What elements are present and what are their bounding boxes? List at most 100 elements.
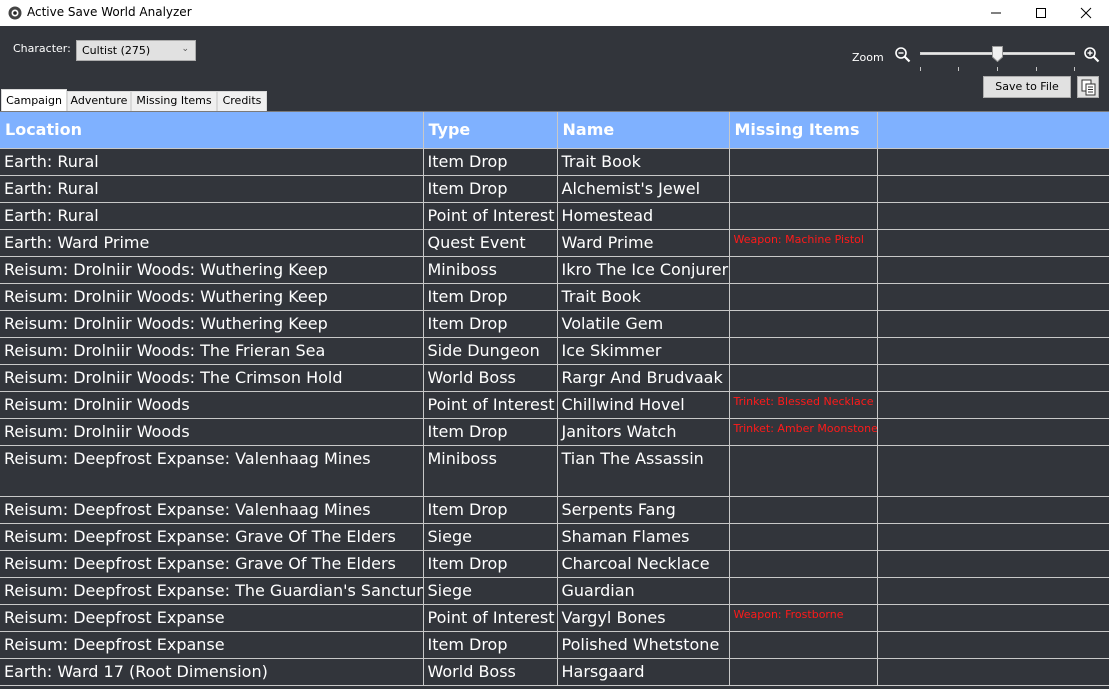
column-header-location[interactable]: Location: [0, 112, 424, 149]
cell-location: Reisum: Deepfrost Expanse: Valenhaag Min…: [0, 445, 424, 497]
cell-name: Vargyl Bones: [557, 604, 730, 632]
table-row[interactable]: Reisum: Deepfrost Expanse: The Guardian'…: [0, 577, 1109, 605]
cell-missing-items: Weapon: Frostborne: [729, 604, 878, 632]
cell-filler: [877, 418, 1109, 446]
character-select[interactable]: Cultist (275) ⌄: [76, 40, 196, 61]
cell-location: Reisum: Deepfrost Expanse: [0, 604, 424, 632]
cell-filler: [877, 658, 1109, 686]
cell-location: Reisum: Drolniir Woods: Wuthering Keep: [0, 310, 424, 338]
table-header-row: Location Type Name Missing Items: [0, 112, 1109, 149]
cell-filler: [877, 202, 1109, 230]
zoom-slider[interactable]: [920, 46, 1075, 71]
table-row[interactable]: Reisum: Drolniir Woods: Wuthering Keep It…: [0, 310, 1109, 338]
cell-location: Reisum: Drolniir Woods: [0, 391, 424, 419]
cell-type: World Boss: [423, 364, 558, 392]
cell-filler: [877, 148, 1109, 176]
tab-missing-items[interactable]: Missing Items: [131, 91, 217, 111]
column-header-name[interactable]: Name: [557, 112, 730, 149]
zoom-out-icon[interactable]: [894, 46, 912, 64]
cell-filler: [877, 391, 1109, 419]
character-label: Character:: [13, 42, 71, 55]
cell-type: Item Drop: [423, 631, 558, 659]
cell-type: Item Drop: [423, 148, 558, 176]
cell-name: Trait Book: [557, 148, 730, 176]
cell-name: Shaman Flames: [557, 523, 730, 551]
tab-adventure[interactable]: Adventure: [67, 91, 131, 111]
column-header-type[interactable]: Type: [423, 112, 558, 149]
cell-name: Ikro The Ice Conjurer: [557, 256, 730, 284]
cell-missing-items: Weapon: Machine Pistol: [729, 229, 878, 257]
cell-location: Earth: Ward Prime: [0, 229, 424, 257]
cell-filler: [877, 631, 1109, 659]
cell-type: Item Drop: [423, 283, 558, 311]
copy-button[interactable]: [1077, 76, 1099, 98]
table-row[interactable]: Reisum: Deepfrost Expanse Item Drop Polish…: [0, 631, 1109, 659]
cell-missing-items: [729, 283, 878, 311]
minimize-icon: [991, 12, 1001, 14]
slider-tick: [1074, 67, 1075, 71]
slider-tick: [920, 67, 921, 71]
cell-name: Ward Prime: [557, 229, 730, 257]
tab-campaign[interactable]: Campaign: [1, 89, 67, 111]
cell-location: Earth: Rural: [0, 202, 424, 230]
table-row[interactable]: Reisum: Deepfrost Expanse: Grave Of The …: [0, 523, 1109, 551]
table-row[interactable]: Earth: Rural Point of Interest Homestead: [0, 202, 1109, 230]
tab-credits[interactable]: Credits: [217, 91, 267, 111]
data-grid[interactable]: Location Type Name Missing Items Earth: …: [0, 111, 1109, 689]
window-title: Active Save World Analyzer: [27, 5, 192, 19]
cell-missing-items: [729, 658, 878, 686]
zoom-label: Zoom: [852, 51, 884, 64]
cell-filler: [877, 364, 1109, 392]
slider-tick: [997, 67, 998, 71]
column-header-missing-items[interactable]: Missing Items: [729, 112, 878, 149]
table-row[interactable]: Reisum: Deepfrost Expanse: Valenhaag Min…: [0, 496, 1109, 524]
slider-tick: [958, 67, 959, 71]
maximize-button[interactable]: [1018, 0, 1064, 26]
cell-missing-items: [729, 496, 878, 524]
cell-type: World Boss: [423, 658, 558, 686]
cell-location: Earth: Ward 17 (Root Dimension): [0, 658, 424, 686]
title-bar: Active Save World Analyzer: [0, 0, 1109, 26]
zoom-in-icon[interactable]: [1083, 46, 1101, 64]
table-row[interactable]: Reisum: Drolniir Woods Point of Interest C…: [0, 391, 1109, 419]
cell-type: Quest Event: [423, 229, 558, 257]
table-row[interactable]: Reisum: Drolniir Woods Item Drop Janitors …: [0, 418, 1109, 446]
save-to-file-button[interactable]: Save to File: [983, 76, 1071, 98]
minimize-button[interactable]: [973, 0, 1019, 26]
zoom-slider-thumb[interactable]: [992, 46, 1003, 62]
table-row[interactable]: Reisum: Drolniir Woods: The Frieran Sea S…: [0, 337, 1109, 365]
table-row[interactable]: Reisum: Drolniir Woods: The Crimson Hold…: [0, 364, 1109, 392]
cell-location: Reisum: Deepfrost Expanse: The Guardian'…: [0, 577, 424, 605]
table-row[interactable]: Reisum: Deepfrost Expanse Point of Intere…: [0, 604, 1109, 632]
cell-name: Charcoal Necklace: [557, 550, 730, 578]
cell-name: Chillwind Hovel: [557, 391, 730, 419]
cell-missing-items: [729, 550, 878, 578]
table-row[interactable]: Reisum: Drolniir Woods: Wuthering Keep Mi…: [0, 256, 1109, 284]
cell-name: Trait Book: [557, 283, 730, 311]
table-row[interactable]: Earth: Rural Item Drop Trait Book: [0, 148, 1109, 176]
table-row[interactable]: Earth: Rural Item Drop Alchemist's Jewel: [0, 175, 1109, 203]
table-row[interactable]: Earth: Ward Prime Quest Event Ward Prime We…: [0, 229, 1109, 257]
cell-name: Homestead: [557, 202, 730, 230]
cell-type: Item Drop: [423, 550, 558, 578]
cell-location: Reisum: Drolniir Woods: Wuthering Keep: [0, 256, 424, 284]
cell-location: Reisum: Deepfrost Expanse: [0, 631, 424, 659]
cell-name: Rargr And Brudvaak: [557, 364, 730, 392]
cell-filler: [877, 577, 1109, 605]
maximize-icon: [1036, 8, 1046, 18]
table-row[interactable]: Reisum: Drolniir Woods: Wuthering Keep It…: [0, 283, 1109, 311]
close-button[interactable]: [1063, 0, 1109, 26]
cell-type: Point of Interest: [423, 202, 558, 230]
cell-location: Reisum: Deepfrost Expanse: Valenhaag Min…: [0, 496, 424, 524]
cell-missing-items: [729, 148, 878, 176]
cell-location: Earth: Rural: [0, 175, 424, 203]
cell-missing-items: [729, 175, 878, 203]
table-row[interactable]: Reisum: Deepfrost Expanse: Valenhaag Min…: [0, 445, 1109, 497]
cell-type: Miniboss: [423, 445, 558, 497]
cell-location: Earth: Rural: [0, 148, 424, 176]
table-row[interactable]: Earth: Ward 17 (Root Dimension) World Bos…: [0, 658, 1109, 686]
table-row[interactable]: Reisum: Deepfrost Expanse: Grave Of The …: [0, 550, 1109, 578]
cell-filler: [877, 310, 1109, 338]
cell-location: Reisum: Drolniir Woods: The Crimson Hold: [0, 364, 424, 392]
cell-filler: [877, 256, 1109, 284]
